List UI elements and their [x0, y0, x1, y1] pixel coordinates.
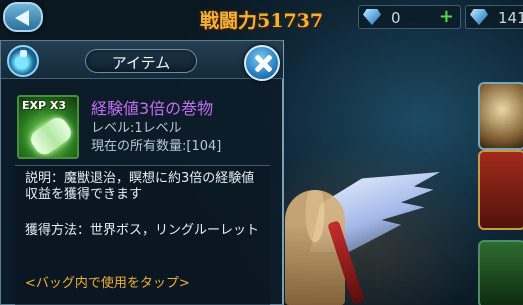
- back-button[interactable]: [3, 2, 43, 32]
- item-description: 説明：魔獣退治，瞑想に約3倍の経験値収益を獲得できます: [25, 171, 255, 202]
- item-icon: EXP X3: [17, 95, 79, 159]
- side-menu-icon-2[interactable]: [478, 150, 523, 230]
- panel-title-plate: アイテム: [85, 49, 197, 73]
- gem-icon: [363, 9, 381, 25]
- gem-currency: 0 +: [358, 5, 461, 29]
- add-gem-button[interactable]: +: [439, 6, 454, 27]
- item-acquisition: 獲得方法：世界ボス，リングルーレット: [25, 223, 260, 238]
- side-menu-icon-3[interactable]: [478, 240, 523, 305]
- panel-header: アイテム: [1, 41, 283, 79]
- combat-power: 戦闘力51737: [200, 10, 324, 32]
- item-owned-count: 現在の所有数量:[104]: [91, 139, 222, 154]
- second-currency-amount: 141: [498, 9, 523, 27]
- item-info-panel: アイテム EXP X3 経験値3倍の巻物 レベル:1レベル 現在の所有数量:[1…: [0, 40, 284, 305]
- close-button[interactable]: [244, 45, 280, 81]
- item-level: レベル:1レベル: [91, 121, 182, 136]
- use-hint[interactable]: <バッグ内で使用をタップ>: [25, 272, 265, 291]
- panel-title: アイテム: [111, 54, 171, 72]
- second-currency: 141: [465, 5, 523, 29]
- gem-icon: [470, 9, 488, 25]
- back-arrow-icon: [15, 10, 29, 26]
- side-menu-icon-1[interactable]: [478, 82, 523, 150]
- exp-badge: EXP X3: [22, 99, 67, 112]
- scroll-icon: [27, 113, 75, 157]
- potion-icon: [7, 45, 39, 77]
- item-name: 経験値3倍の巻物: [91, 99, 214, 118]
- gem-amount: 0: [391, 9, 401, 27]
